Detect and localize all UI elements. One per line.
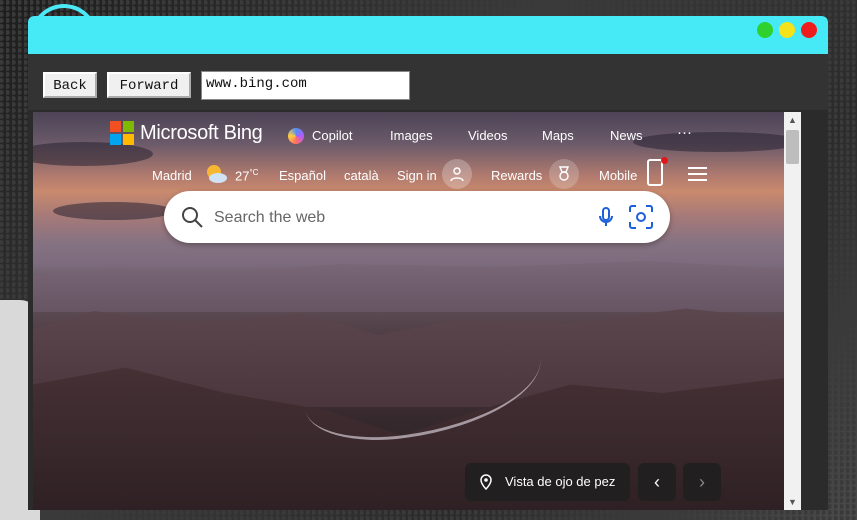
image-caption-button[interactable]: Vista de ojo de pez	[465, 463, 630, 501]
vertical-scrollbar[interactable]: ▲ ▼	[784, 112, 801, 510]
minimize-button[interactable]	[757, 22, 773, 38]
nav-maps[interactable]: Maps	[542, 128, 574, 143]
temperature[interactable]: 27°C	[235, 168, 258, 183]
scroll-thumb[interactable]	[786, 130, 799, 164]
address-bar[interactable]: www.bing.com	[201, 71, 410, 100]
microsoft-logo-icon	[110, 121, 134, 145]
nav-news[interactable]: News	[610, 128, 643, 143]
mobile-icon[interactable]	[647, 159, 663, 186]
brand-name: Microsoft Bing	[140, 121, 263, 144]
scroll-up-arrow[interactable]: ▲	[784, 112, 801, 128]
search-input[interactable]	[212, 205, 586, 231]
sign-in-link[interactable]: Sign in	[397, 168, 437, 183]
browser-toolbar: Back Forward www.bing.com	[28, 54, 828, 110]
nav-images[interactable]: Images	[390, 128, 433, 143]
avatar-icon[interactable]	[442, 159, 472, 189]
language-espanol[interactable]: Español	[279, 168, 326, 183]
close-button[interactable]	[801, 22, 817, 38]
forward-button[interactable]: Forward	[107, 72, 191, 98]
location-pin-icon	[480, 474, 492, 490]
scroll-down-arrow[interactable]: ▼	[784, 494, 801, 510]
cloud-shape	[33, 142, 153, 166]
cloud-shape	[633, 132, 801, 152]
browser-window: Back Forward www.bing.com Microsoft Bing…	[28, 16, 828, 510]
menu-icon[interactable]	[688, 167, 707, 181]
rewards-icon[interactable]	[549, 159, 579, 189]
temperature-unit: °C	[249, 168, 259, 177]
notification-dot	[661, 157, 668, 164]
mic-icon[interactable]	[594, 205, 618, 229]
search-box[interactable]	[164, 191, 670, 243]
page-viewport: Microsoft Bing Copilot Images Videos Map…	[33, 112, 801, 510]
mountain-layer-far	[33, 261, 801, 312]
image-caption: Vista de ojo de pez	[505, 474, 616, 489]
copilot-icon	[288, 128, 304, 144]
back-button[interactable]: Back	[43, 72, 97, 98]
nav-more[interactable]: ···	[677, 124, 692, 141]
location-label[interactable]: Madrid	[152, 168, 192, 183]
rewards-link[interactable]: Rewards	[491, 168, 542, 183]
language-catala[interactable]: català	[344, 168, 379, 183]
previous-image-button[interactable]: ‹	[638, 463, 676, 501]
next-image-button[interactable]: ›	[683, 463, 721, 501]
maximize-button[interactable]	[779, 22, 795, 38]
search-icon	[182, 207, 203, 228]
nav-copilot[interactable]: Copilot	[312, 128, 352, 143]
cloud-shape	[53, 202, 173, 220]
nav-videos[interactable]: Videos	[468, 128, 508, 143]
visual-search-icon[interactable]	[627, 203, 655, 231]
mobile-link[interactable]: Mobile	[599, 168, 637, 183]
bing-logo[interactable]: Microsoft Bing	[110, 121, 263, 145]
weather-icon	[207, 165, 227, 183]
title-bar[interactable]	[28, 16, 828, 54]
